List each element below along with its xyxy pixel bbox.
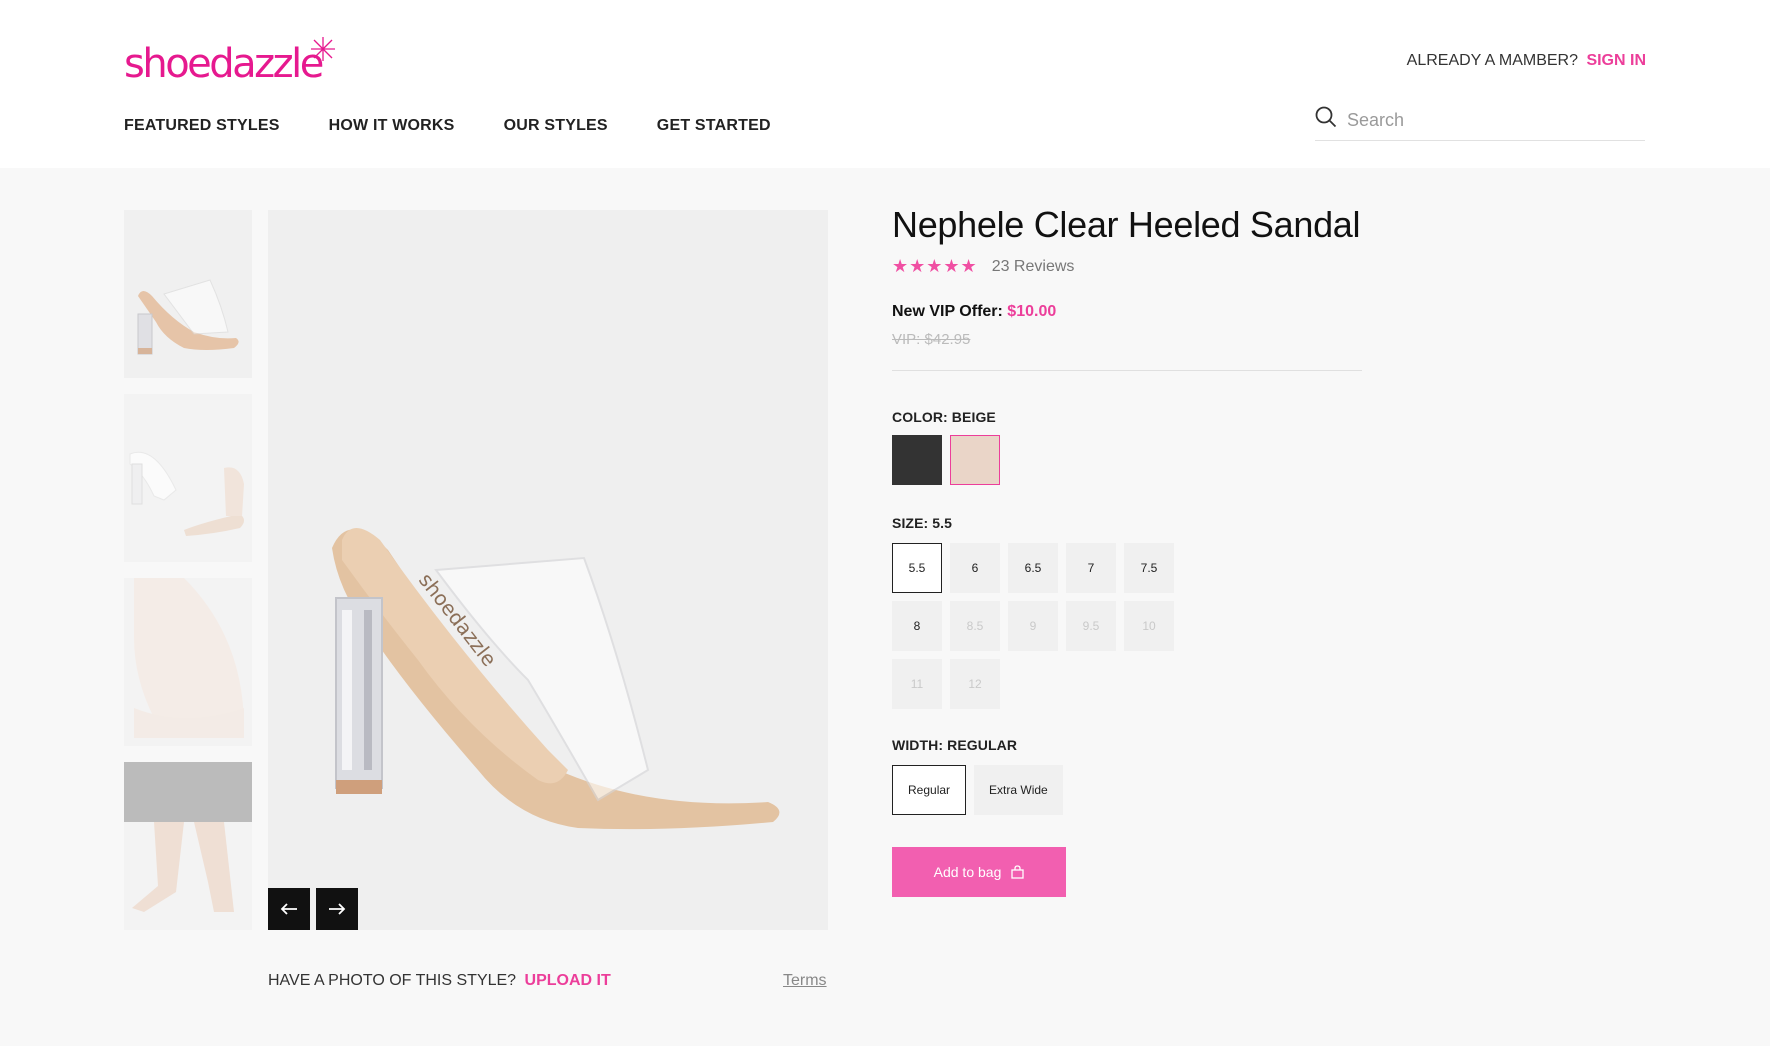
color-label: COLOR: BEIGE — [892, 409, 996, 425]
add-to-bag-button[interactable]: Add to bag — [892, 847, 1066, 897]
star-rating-icons: ★★★★★ — [892, 256, 978, 276]
thumbnail-model-wearing-image — [124, 762, 252, 912]
nav-get-started[interactable]: GET STARTED — [657, 117, 771, 135]
offer-label: New VIP Offer: — [892, 303, 1003, 320]
thumbnail-1[interactable] — [124, 210, 252, 378]
next-image-button[interactable] — [316, 888, 358, 930]
photo-prompt: HAVE A PHOTO OF THIS STYLE? — [268, 972, 517, 989]
arrow-right-icon — [329, 903, 346, 915]
search-input[interactable] — [1345, 106, 1639, 134]
thumbnail-shoe-pair-image — [129, 451, 244, 536]
size-option-unavailable[interactable]: 12 — [950, 659, 1000, 709]
thumbnail-2[interactable] — [124, 394, 252, 562]
size-option-unavailable[interactable]: 9 — [1008, 601, 1058, 651]
vip-regular-price: VIP: $42.95 — [892, 331, 971, 348]
previous-image-button[interactable] — [268, 888, 310, 930]
terms-link[interactable]: Terms — [783, 972, 827, 990]
size-option-unavailable[interactable]: 10 — [1124, 601, 1174, 651]
color-swatch-black[interactable] — [892, 435, 942, 485]
main-product-image: shoedazzle — [268, 210, 828, 930]
offer-price: $10.00 — [1007, 303, 1057, 320]
size-option[interactable]: 6 — [950, 543, 1000, 593]
add-to-bag-label: Add to bag — [933, 864, 1002, 880]
width-option-regular[interactable]: Regular — [892, 765, 967, 815]
member-prompt: ALREADY A MAMBER? — [1406, 52, 1578, 69]
shopping-bag-icon — [1011, 865, 1025, 879]
thumbnail-4[interactable] — [124, 762, 252, 930]
width-label: WIDTH: REGULAR — [892, 737, 1018, 753]
size-option-unavailable[interactable]: 11 — [892, 659, 942, 709]
photo-upload-row: HAVE A PHOTO OF THIS STYLE? UPLOAD IT — [268, 972, 611, 990]
nav-our-styles[interactable]: OUR STYLES — [504, 117, 608, 135]
site-header: shoedazzle ALREADY A MAMBER? SIGN IN FEA… — [0, 0, 1770, 168]
nav-featured-styles[interactable]: FEATURED STYLES — [124, 117, 280, 135]
size-options: 5.5 6 6.5 7 7.5 8 8.5 9 9.5 10 11 12 — [892, 543, 1182, 717]
shoedazzle-logo[interactable]: shoedazzle — [124, 37, 344, 88]
product-info-panel: Nephele Clear Heeled Sandal ★★★★★ 23 Rev… — [892, 204, 1362, 897]
width-option-extra-wide[interactable]: Extra Wide — [974, 765, 1063, 815]
upload-photo-link[interactable]: UPLOAD IT — [525, 972, 611, 989]
thumbnail-3[interactable] — [124, 578, 252, 746]
width-options: Regular Extra Wide — [892, 765, 1362, 815]
nav-how-it-works[interactable]: HOW IT WORKS — [329, 117, 455, 135]
size-option[interactable]: 8 — [892, 601, 942, 651]
thumbnail-shoe-closeup-image — [134, 578, 244, 738]
size-option[interactable]: 6.5 — [1008, 543, 1058, 593]
size-option[interactable]: 7 — [1066, 543, 1116, 593]
color-swatch-beige[interactable] — [950, 435, 1000, 485]
logo-text: shoedazzle — [124, 41, 324, 87]
size-option[interactable]: 7.5 — [1124, 543, 1174, 593]
size-option-unavailable[interactable]: 9.5 — [1066, 601, 1116, 651]
thumbnail-list — [124, 210, 252, 946]
color-swatches — [892, 435, 1362, 485]
product-title: Nephele Clear Heeled Sandal — [892, 204, 1361, 245]
sign-in-link[interactable]: SIGN IN — [1586, 52, 1646, 69]
member-signin-area: ALREADY A MAMBER? SIGN IN — [1407, 52, 1646, 70]
vip-offer: New VIP Offer: $10.00 — [892, 303, 1362, 321]
sparkle-icon — [311, 37, 335, 61]
size-option[interactable]: 5.5 — [892, 543, 942, 593]
thumbnail-shoe-side-image — [137, 279, 239, 355]
search-icon[interactable] — [1315, 106, 1337, 128]
main-nav: FEATURED STYLES HOW IT WORKS OUR STYLES … — [124, 117, 820, 135]
product-rating: ★★★★★ 23 Reviews — [892, 256, 1362, 277]
divider — [892, 370, 1362, 371]
reviews-link[interactable]: 23 Reviews — [992, 258, 1075, 276]
arrow-left-icon — [280, 903, 297, 915]
search-bar — [1315, 102, 1645, 141]
clear-heeled-sandal-image: shoedazzle — [332, 528, 780, 830]
size-label: SIZE: 5.5 — [892, 515, 953, 531]
size-option-unavailable[interactable]: 8.5 — [950, 601, 1000, 651]
